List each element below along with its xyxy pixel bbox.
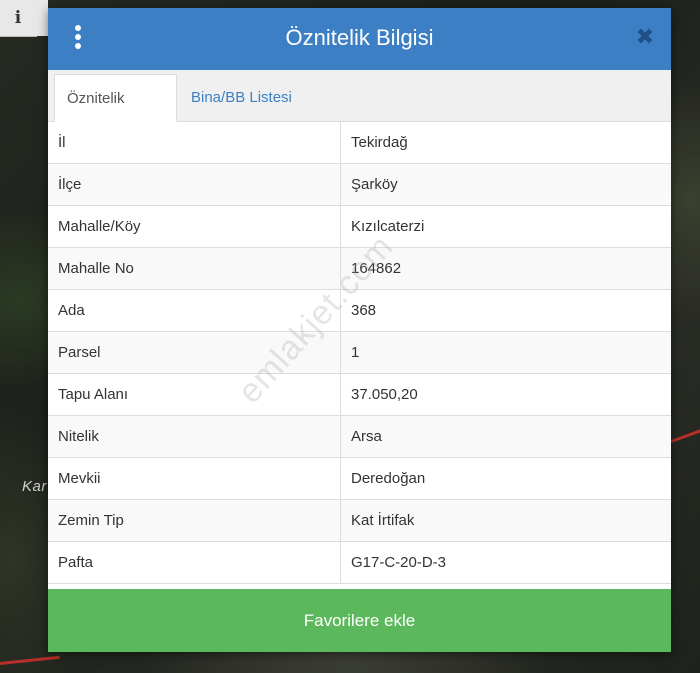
row-key: Tapu Alanı	[48, 374, 341, 415]
row-value: 37.050,20	[351, 386, 418, 403]
table-row: Mahalle/Köy Kızılcaterzi	[48, 206, 671, 248]
dialog-header: Öznitelik Bilgisi ✖	[48, 8, 671, 70]
row-key: Pafta	[48, 542, 341, 583]
row-value: Kızılcaterzi	[351, 218, 425, 235]
row-key: Nitelik	[48, 416, 341, 457]
row-value: Deredoğan	[351, 470, 426, 487]
attribute-table: İl Tekirdağ İlçe Şarköy Mahalle/Köy Kızı…	[48, 122, 671, 588]
row-key: Mahalle/Köy	[48, 206, 341, 247]
map-place-label: Kar	[22, 478, 47, 495]
table-row: Mevkii Deredoğan	[48, 458, 671, 500]
row-key: Zemin Tip	[48, 500, 341, 541]
table-row: Nitelik Arsa	[48, 416, 671, 458]
info-icon: i	[14, 8, 22, 28]
table-row: İl Tekirdağ	[48, 122, 671, 164]
row-value: 368	[351, 302, 377, 319]
tab-bar: Öznitelik Bilgisi Bina/BB Listesi	[48, 70, 671, 155]
row-value: Tekirdağ	[351, 134, 408, 151]
row-value: Arsa	[351, 428, 382, 445]
row-key: İl	[48, 122, 341, 163]
close-icon[interactable]: ✖	[635, 27, 655, 49]
row-value: Kat İrtifak	[351, 512, 415, 529]
add-to-favorites-button[interactable]: Favorilere ekle	[48, 589, 671, 652]
table-row: Pafta G17-C-20-D-3	[48, 542, 671, 584]
row-key: Mahalle No	[48, 248, 341, 289]
row-value: Şarköy	[351, 176, 398, 193]
tab-attribute-info[interactable]: Öznitelik Bilgisi	[54, 74, 177, 155]
table-row: Mahalle No 164862	[48, 248, 671, 290]
table-row: İlçe Şarköy	[48, 164, 671, 206]
row-key: Parsel	[48, 332, 341, 373]
row-value: G17-C-20-D-3	[351, 554, 447, 571]
row-key: Ada	[48, 290, 341, 331]
row-value: 164862	[351, 260, 402, 277]
row-key: Mevkii	[48, 458, 341, 499]
tab-building-list[interactable]: Bina/BB Listesi	[179, 74, 304, 121]
table-row: Parsel 1	[48, 332, 671, 374]
dialog-title: Öznitelik Bilgisi	[285, 25, 434, 50]
row-key: İlçe	[48, 164, 341, 205]
map-toolbar-strip	[36, 0, 48, 36]
info-button[interactable]: i	[0, 0, 37, 37]
table-row: Ada 368	[48, 290, 671, 332]
attribute-info-dialog: Öznitelik Bilgisi ✖ Öznitelik Bilgisi Bi…	[48, 8, 671, 652]
table-row: Tapu Alanı 37.050,20	[48, 374, 671, 416]
table-row: Zemin Tip Kat İrtifak	[48, 500, 671, 542]
row-value: 1	[351, 344, 360, 361]
